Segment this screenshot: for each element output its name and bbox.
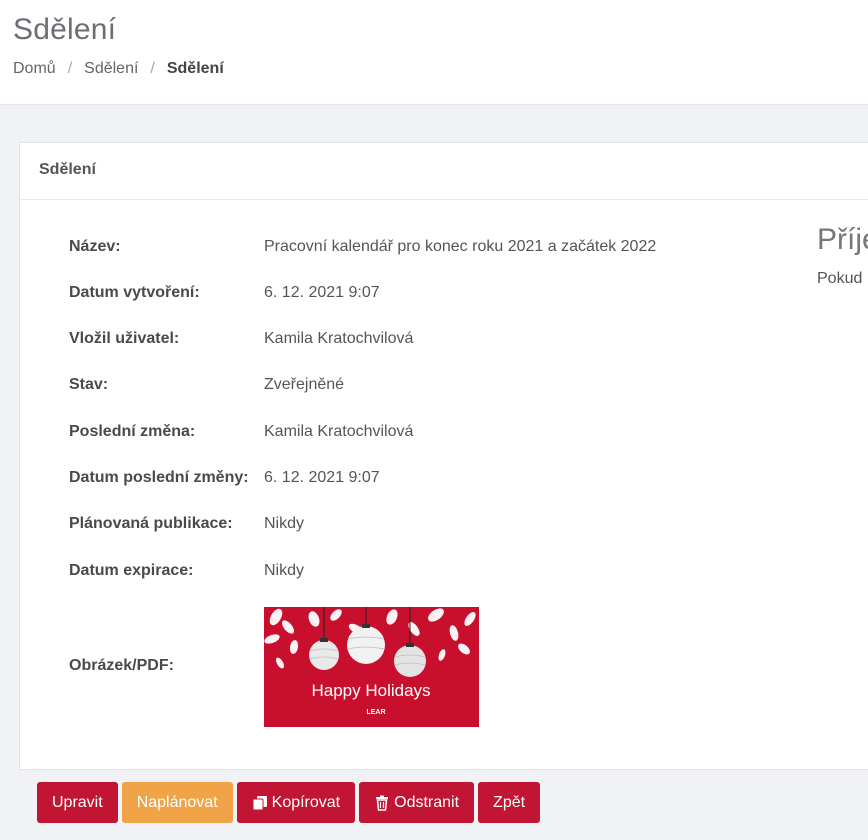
image-thumbnail[interactable]: Happy Holidays LEAR [264, 607, 479, 727]
page-title: Sdělení [13, 13, 117, 46]
detail-label: Název: [69, 238, 121, 255]
detail-label: Vložil uživatel: [69, 330, 180, 347]
edit-button[interactable]: Upravit [37, 782, 118, 823]
detail-value: Nikdy [264, 515, 305, 532]
detail-row-scheduled: Plánovaná publikace: Nikdy [69, 515, 769, 533]
detail-value: Kamila Kratochvilová [264, 330, 414, 347]
trash-icon [376, 795, 389, 811]
detail-row-expiration: Datum expirace: Nikdy [69, 562, 769, 580]
detail-label: Poslední změna: [69, 423, 196, 440]
announcement-card: Sdělení Název: Pracovní kalendář pro kon… [19, 142, 868, 770]
lear-logo: LEAR [366, 709, 385, 716]
detail-row-author: Vložil uživatel: Kamila Kratochvilová [69, 330, 769, 348]
breadcrumb-separator: / [150, 60, 155, 77]
detail-label: Datum vytvoření: [69, 284, 200, 301]
detail-label: Stav: [69, 376, 109, 393]
breadcrumb-current: Sdělení [166, 60, 224, 77]
breadcrumb-announcements-link[interactable]: Sdělení [84, 60, 138, 78]
detail-label: Obrázek/PDF: [69, 657, 174, 674]
detail-value: Nikdy [264, 562, 305, 579]
detail-value: 6. 12. 2021 9:07 [264, 469, 380, 486]
detail-row-status: Stav: Zveřejněné [69, 376, 769, 394]
card-title: Sdělení [20, 143, 868, 200]
detail-value: Kamila Kratochvilová [264, 423, 414, 440]
side-heading: Příje [817, 223, 868, 256]
page-header: Sdělení Domů / Sdělení / Sdělení [0, 0, 868, 105]
breadcrumb: Domů / Sdělení / Sdělení [13, 60, 224, 78]
action-bar: Upravit Naplánovat Kopírovat Odstranit Z… [37, 782, 541, 823]
detail-value: Pracovní kalendář pro konec roku 2021 a … [264, 238, 657, 255]
detail-label: Datum expirace: [69, 562, 194, 579]
detail-label: Plánovaná publikace: [69, 515, 233, 532]
breadcrumb-home-link[interactable]: Domů [13, 60, 56, 78]
detail-row-title: Název: Pracovní kalendář pro konec roku … [69, 238, 769, 256]
side-text: Pokud [817, 270, 863, 287]
schedule-button[interactable]: Naplánovat [121, 782, 233, 823]
copy-button-label: Kopírovat [271, 793, 341, 811]
detail-value: 6. 12. 2021 9:07 [264, 284, 380, 301]
holiday-card-image: Happy Holidays LEAR [264, 607, 479, 727]
image-caption: Happy Holidays [311, 681, 430, 700]
copy-button[interactable]: Kopírovat [236, 782, 356, 823]
delete-button-label: Odstranit [394, 793, 460, 811]
detail-label: Datum poslední změny: [69, 469, 249, 486]
delete-button[interactable]: Odstranit [359, 782, 475, 823]
breadcrumb-separator: / [67, 60, 73, 77]
detail-row-last-change: Poslední změna: Kamila Kratochvilová [69, 423, 769, 441]
detail-value: Zveřejněné [264, 376, 345, 393]
back-button[interactable]: Zpět [478, 782, 541, 823]
copy-icon [252, 795, 267, 810]
detail-row-created: Datum vytvoření: 6. 12. 2021 9:07 [69, 284, 769, 302]
detail-row-last-change-date: Datum poslední změny: 6. 12. 2021 9:07 [69, 469, 769, 487]
